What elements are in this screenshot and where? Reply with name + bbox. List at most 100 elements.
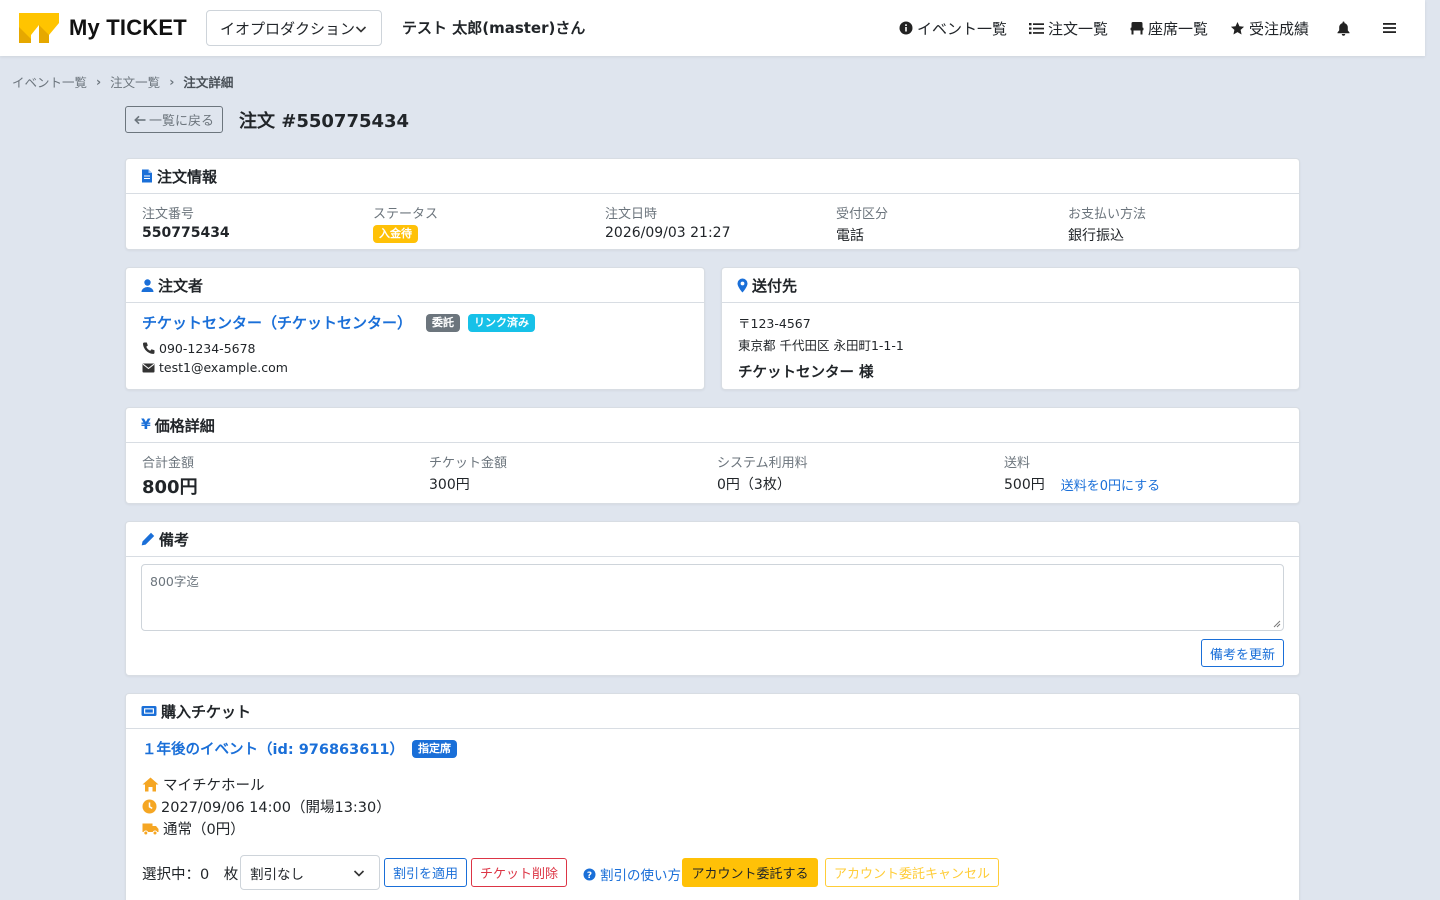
- customer-title: 注文者: [158, 276, 204, 295]
- remarks-header: 備考: [126, 522, 1299, 557]
- consign-account-button[interactable]: アカウント委託する: [682, 858, 818, 887]
- customer-name-link[interactable]: チケットセンター（チケットセンター）: [142, 312, 412, 333]
- consign-badge: 委託: [426, 313, 461, 332]
- shipping-title: 送付先: [752, 276, 798, 295]
- envelope-icon: [142, 363, 155, 372]
- total-amount-value: 800円: [142, 477, 198, 498]
- price-title: 価格詳細: [154, 416, 215, 435]
- info-circle-icon: [899, 21, 913, 35]
- customer-phone: 090-1234-5678: [159, 341, 256, 356]
- order-number-label: 注文番号: [142, 207, 195, 222]
- shipping-postal: 〒123-4567: [738, 316, 811, 331]
- phone-icon: [142, 342, 155, 354]
- shipping-card: 送付先 〒123-4567 東京都 千代田区 永田町1-1-1 チケットセンター…: [721, 267, 1300, 390]
- order-date-value: 2026/09/03 21:27: [605, 225, 731, 241]
- bell-icon: [1337, 21, 1350, 36]
- logo-icon: [19, 13, 59, 43]
- truck-icon: [142, 823, 159, 835]
- system-fee-field: システム利用料 0円（3枚）: [717, 452, 808, 494]
- organization-select[interactable]: イオプロダクション: [206, 10, 382, 46]
- arrow-left-icon: [134, 115, 146, 124]
- shipping-zero-link[interactable]: 送料を0円にする: [1061, 475, 1160, 494]
- customer-email: test1@example.com: [159, 360, 288, 375]
- breadcrumb-current: 注文詳細: [183, 75, 234, 90]
- customer-header: 注文者: [126, 268, 704, 303]
- ticket-amount-field: チケット金額 300円: [429, 452, 507, 494]
- home-icon: [142, 777, 159, 792]
- page-title: 注文 #550775434: [239, 111, 410, 132]
- order-number-field: 注文番号 550775434: [142, 203, 230, 241]
- breadcrumb-events[interactable]: イベント一覧: [12, 72, 87, 91]
- shipping-recipient: チケットセンター 様: [738, 365, 874, 381]
- delete-ticket-label: チケット削除: [479, 867, 558, 882]
- nav-events-label: イベント一覧: [916, 19, 1007, 38]
- venue-name: マイチケホール: [163, 778, 265, 794]
- remarks-card: 備考 800字迄 備考を更新: [125, 521, 1300, 676]
- nav-orders[interactable]: 注文一覧: [1028, 18, 1108, 39]
- order-info-header: 注文情報: [126, 159, 1299, 194]
- nav-seats[interactable]: 座席一覧: [1130, 18, 1208, 39]
- discount-help-link[interactable]: ? 割引の使い方: [583, 864, 681, 884]
- shipping-header: 送付先: [722, 268, 1299, 303]
- shipping-address: 東京都 千代田区 永田町1-1-1: [738, 338, 904, 353]
- customer-card: 注文者 チケットセンター（チケットセンター） 委託 リンク済み 090-1234…: [125, 267, 705, 390]
- notifications-button[interactable]: [1337, 21, 1350, 36]
- seat-icon: [1130, 22, 1144, 35]
- delivery-method: 通常（0円）: [163, 822, 245, 838]
- remarks-textarea[interactable]: 800字迄: [141, 564, 1284, 631]
- discount-select-value: 割引なし: [250, 866, 304, 883]
- update-remarks-button[interactable]: 備考を更新: [1201, 639, 1284, 667]
- reception-type-label: 受付区分: [836, 207, 889, 222]
- user-name: テスト 太郎(master)さん: [402, 19, 586, 37]
- delivery-row: 通常（0円）: [142, 818, 245, 839]
- consign-account-label: アカウント委託する: [691, 867, 809, 882]
- discount-help-label: 割引の使い方: [600, 868, 681, 884]
- nav-results[interactable]: 受注成績: [1230, 18, 1309, 39]
- order-info-card: 注文情報 注文番号 550775434 ステータス 入金待 注文日時 2026/…: [125, 158, 1300, 250]
- tickets-header: 購入チケット: [126, 694, 1299, 729]
- app-name: My TICKET: [69, 15, 187, 40]
- tickets-title: 購入チケット: [161, 702, 252, 721]
- breadcrumb-separator: ›: [96, 74, 102, 89]
- status-label: ステータス: [373, 207, 439, 222]
- discount-select[interactable]: 割引なし: [240, 855, 380, 890]
- total-amount-label: 合計金額: [142, 456, 195, 471]
- seat-type-badge: 指定席: [412, 739, 457, 758]
- cancel-consign-button: アカウント委託キャンセル: [825, 858, 999, 887]
- selected-count: 選択中：0 枚: [142, 867, 239, 883]
- payment-method-label: お支払い方法: [1068, 207, 1147, 222]
- order-info-title: 注文情報: [157, 167, 218, 186]
- resize-handle-icon[interactable]: [1273, 620, 1281, 628]
- delete-ticket-button[interactable]: チケット削除: [471, 858, 567, 887]
- app-logo[interactable]: My TICKET: [19, 13, 187, 43]
- status-field: ステータス 入金待: [373, 203, 438, 243]
- event-title-link[interactable]: １年後のイベント（id: 976863611）: [142, 738, 404, 759]
- order-number-value: 550775434: [142, 225, 230, 241]
- apply-discount-label: 割引を適用: [392, 867, 458, 882]
- datetime-row: 2027/09/06 14:00（開場13:30）: [142, 796, 391, 817]
- star-icon: [1230, 21, 1245, 34]
- hamburger-menu-icon: [1383, 23, 1396, 33]
- nav-seats-label: 座席一覧: [1147, 19, 1208, 38]
- order-date-label: 注文日時: [605, 207, 658, 222]
- status-badge: 入金待: [373, 225, 418, 243]
- back-to-list-label: 一覧に戻る: [148, 114, 214, 129]
- breadcrumb-orders[interactable]: 注文一覧: [110, 72, 160, 91]
- document-icon: [142, 169, 152, 183]
- clock-icon: [142, 799, 157, 814]
- menu-button[interactable]: [1383, 22, 1396, 34]
- nav-results-label: 受注成績: [1248, 19, 1309, 38]
- breadcrumb-separator: ›: [169, 74, 175, 89]
- update-remarks-label: 備考を更新: [1209, 647, 1275, 663]
- pencil-icon: [141, 532, 155, 546]
- apply-discount-button[interactable]: 割引を適用: [384, 858, 467, 887]
- reception-type-value: 電話: [836, 228, 864, 244]
- back-to-list-button[interactable]: 一覧に戻る: [125, 106, 223, 133]
- chevron-down-icon: [353, 870, 365, 877]
- tickets-card: 購入チケット １年後のイベント（id: 976863611） 指定席 マイチケホ…: [125, 693, 1300, 900]
- user-icon: [141, 278, 154, 292]
- total-amount-field: 合計金額 800円: [142, 452, 198, 499]
- nav-events[interactable]: イベント一覧: [899, 18, 1007, 39]
- price-card: ¥ 価格詳細 合計金額 800円 チケット金額 300円 システム利用料 0円（…: [125, 407, 1300, 504]
- system-fee-value: 0円（3枚）: [717, 477, 791, 493]
